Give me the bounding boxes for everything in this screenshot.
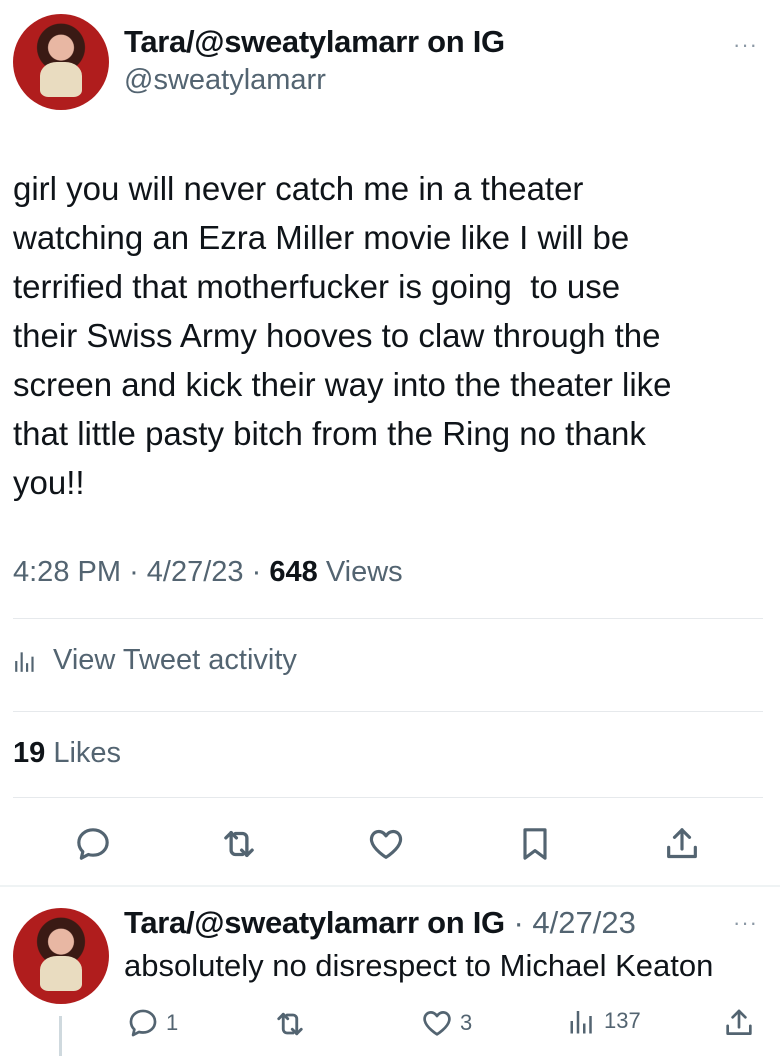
reply-header: Tara/@sweatylamarr on IG · 4/27/23 [124,905,636,941]
separator: · [129,556,139,588]
divider [13,797,763,798]
avatar[interactable] [13,14,109,110]
bookmark-icon[interactable] [513,822,557,866]
like-count: 3 [460,1010,473,1035]
reply-icon[interactable] [71,822,115,866]
share-icon [726,1009,752,1035]
separator: · [513,905,524,940]
reply-retweet-button[interactable] [272,1006,308,1042]
tweet-text: girl you will never catch me in a theate… [13,170,672,501]
analytics-icon [15,651,34,672]
reply-like-button[interactable]: 3 [420,1006,472,1040]
handle[interactable]: @sweatylamarr [124,64,326,97]
reply-icon [129,1009,157,1037]
divider [13,618,763,619]
tweet-actions [0,822,780,870]
divider [0,885,780,887]
retweet-icon[interactable] [217,822,261,866]
likes-count: 19 [13,737,46,769]
like-icon[interactable] [364,822,408,866]
reply-date[interactable]: 4/27/23 [532,905,635,940]
separator: · [251,556,262,588]
retweet-icon [277,1012,303,1036]
likes-link[interactable]: 19 Likes [13,737,121,770]
reply-views-button[interactable]: 137 [568,1006,641,1036]
views-label: Views [325,556,403,588]
activity-label: View Tweet activity [53,644,297,676]
analytics-icon [570,1011,592,1034]
tweet-meta: 4:28 PM · 4/27/23 · 648 Views [13,556,403,589]
reply-avatar[interactable] [13,908,109,1004]
divider [13,711,763,712]
reply-more-options-icon[interactable]: ··· [733,910,758,936]
views-count: 648 [269,556,318,588]
like-icon [423,1011,451,1036]
view-count: 137 [604,1008,641,1033]
reply-display-name[interactable]: Tara/@sweatylamarr on IG [124,905,505,940]
reply-reply-button[interactable]: 1 [126,1006,178,1040]
view-tweet-activity-link[interactable]: View Tweet activity [13,644,297,677]
reply-share-button[interactable] [722,1006,756,1040]
share-icon[interactable] [660,822,704,866]
tweet-time[interactable]: 4:28 PM [13,556,121,588]
likes-label: Likes [53,737,122,769]
tweet-date[interactable]: 4/27/23 [147,556,244,588]
reply-actions: 1 3 137 [0,1006,780,1042]
reply-count: 1 [166,1010,179,1035]
reply-text: absolutely no disrespect to Michael Keat… [124,948,714,983]
display-name[interactable]: Tara/@sweatylamarr on IG [124,24,505,60]
more-options-icon[interactable]: ··· [733,32,758,58]
